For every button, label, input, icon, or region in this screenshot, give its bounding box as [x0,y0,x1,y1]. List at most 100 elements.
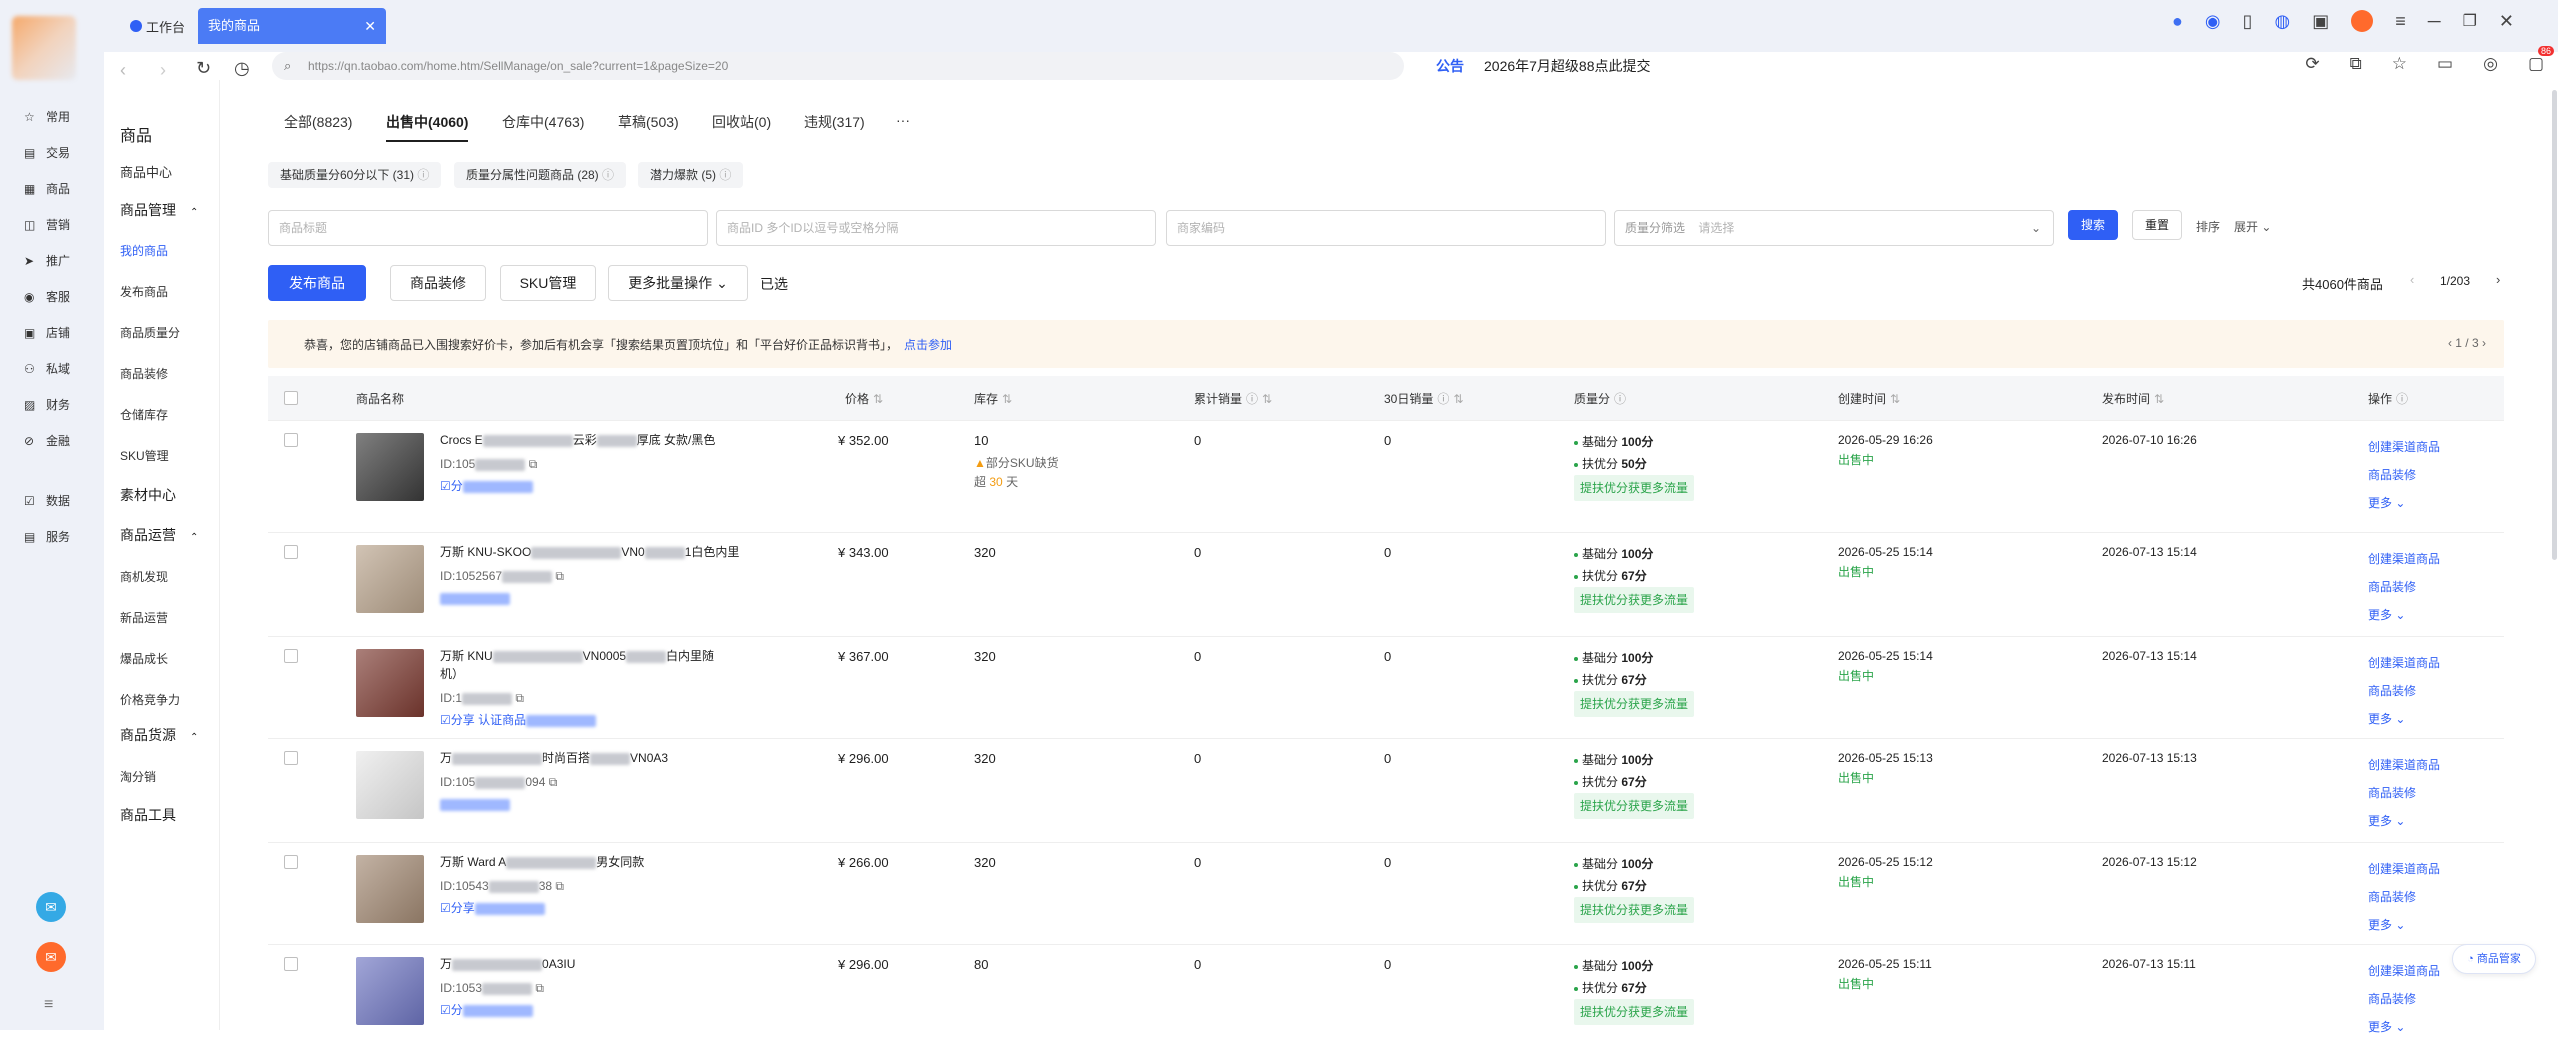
create-channel-link[interactable]: 创建渠道商品 [2368,649,2440,677]
quality-select[interactable]: 质量分筛选 请选择 ⌄ [1614,210,2054,246]
copy-icon[interactable]: ⧉ [555,569,564,583]
leftnav-item[interactable]: ▦ 商品 [24,180,70,197]
next-page-icon[interactable]: › [2496,272,2500,287]
status-tab[interactable]: ··· [896,112,910,128]
subnav-item[interactable]: 爆品成长 [120,650,168,667]
select-all-checkbox[interactable] [284,391,298,405]
row-checkbox[interactable] [284,649,298,663]
create-channel-link[interactable]: 创建渠道商品 [2368,957,2440,985]
back-icon[interactable]: ‹ [120,60,126,81]
sort-icon[interactable]: ⇅ [1890,392,1900,406]
menu-collapse-icon[interactable]: ≡ [44,996,53,1014]
more-link[interactable]: 更多 ⌄ [2368,1013,2440,1041]
copy-icon[interactable]: ⧉ [2350,54,2362,74]
boost-tag[interactable]: 提扶优分获更多流量 [1574,587,1695,613]
store-logo-icon[interactable] [2351,10,2374,32]
boost-tag[interactable]: 提扶优分获更多流量 [1574,999,1695,1025]
boost-tag[interactable]: 提扶优分获更多流量 [1574,897,1695,923]
column-header[interactable]: 发布时间 ⇅ [2102,390,2164,407]
product-name[interactable]: 万 0A3IU ID:1053 ⧉ ☑分 [440,955,780,1019]
code-input[interactable]: 商家编码 [1166,210,1606,246]
status-tab[interactable]: 出售中(4060) [386,112,469,142]
profile-icon[interactable]: ● [2172,11,2183,32]
id-input[interactable]: 商品ID 多个ID以逗号或空格分隔 [716,210,1156,246]
subnav-material[interactable]: 素材中心 [120,485,176,505]
column-header[interactable]: 创建时间 ⇅ [1838,390,1900,407]
leftnav-item[interactable]: ◉ 客服 [24,288,70,305]
create-channel-link[interactable]: 创建渠道商品 [2368,855,2440,883]
product-thumbnail[interactable] [356,545,424,613]
forward-icon[interactable]: › [160,60,166,81]
leftnav-item[interactable]: ▣ 店铺 [24,324,70,341]
copy-icon[interactable]: ⧉ [555,879,564,893]
tab-workbench[interactable]: 工作台 [130,14,185,38]
refresh-icon[interactable]: ↻ [196,58,211,79]
leftnav-item[interactable]: ➤ 推广 [24,252,70,269]
product-thumbnail[interactable] [356,649,424,717]
subnav-item[interactable]: 商品装修 [120,365,168,382]
column-header[interactable]: 30日销量 ⓘ ⇅ [1384,390,1463,407]
column-header[interactable]: 累计销量 ⓘ ⇅ [1194,390,1272,407]
subnav-item[interactable]: SKU管理 [120,447,169,464]
subnav-item[interactable]: 新品运营 [120,609,168,626]
float-assistant[interactable]: ◔ 商品管家 [2452,944,2536,974]
expand-toggle[interactable]: 展开 ⌄ [2234,218,2271,235]
sku-manage-button[interactable]: SKU管理 [500,265,596,301]
subnav-center[interactable]: 商品中心 [120,162,172,181]
product-thumbnail[interactable] [356,433,424,501]
more-link[interactable]: 更多 ⌄ [2368,705,2440,733]
status-tab[interactable]: 回收站(0) [712,112,771,132]
leftnav-item[interactable]: ▤ 服务 [24,528,70,545]
decorate-link[interactable]: 商品装修 [2368,883,2440,911]
row-checkbox[interactable] [284,545,298,559]
sort-icon[interactable]: ⇅ [2154,392,2164,406]
close-icon[interactable]: ✕ [364,8,376,44]
boost-tag[interactable]: 提扶优分获更多流量 [1574,691,1695,717]
star-icon[interactable]: ☆ [2392,54,2407,74]
leftnav-item[interactable]: ⚇ 私域 [24,360,70,377]
leftnav-item[interactable]: ▨ 财务 [24,396,70,413]
create-channel-link[interactable]: 创建渠道商品 [2368,433,2440,461]
scrollbar[interactable] [2552,90,2557,560]
create-channel-link[interactable]: 创建渠道商品 [2368,545,2440,573]
status-tab[interactable]: 仓库中(4763) [502,112,584,132]
subnav-group-source[interactable]: 商品货源 ⌃ [120,725,198,745]
subnav-item[interactable]: 价格竞争力 [120,691,180,708]
decorate-button[interactable]: 商品装修 [390,265,486,301]
status-tab[interactable]: 草稿(503) [618,112,679,132]
boost-tag[interactable]: 提扶优分获更多流量 [1574,793,1695,819]
filter-chip[interactable]: 基础质量分60分以下 (31) ⓘ [268,162,442,188]
minimize-icon[interactable]: ─ [2428,11,2441,32]
restore-icon[interactable]: ❐ [2463,11,2477,31]
close-window-icon[interactable]: ✕ [2499,11,2514,32]
filter-chip[interactable]: 质量分属性问题商品 (28) ⓘ [454,162,627,188]
boost-tag[interactable]: 提扶优分获更多流量 [1574,475,1695,501]
decorate-link[interactable]: 商品装修 [2368,461,2440,489]
title-input[interactable]: 商品标题 [268,210,708,246]
batch-ops-button[interactable]: 更多批量操作 ⌄ [608,265,748,301]
search-button[interactable]: 搜索 [2068,210,2118,240]
decorate-link[interactable]: 商品装修 [2368,779,2440,807]
reset-button[interactable]: 重置 [2132,210,2182,240]
decorate-link[interactable]: 商品装修 [2368,573,2440,601]
create-channel-link[interactable]: 创建渠道商品 [2368,751,2440,779]
sort-label[interactable]: 排序 [2196,218,2220,235]
leftnav-item[interactable]: ▤ 交易 [24,144,70,161]
leftnav-item[interactable]: ☑ 数据 [24,492,70,509]
url-field[interactable]: ⌕ https://qn.taobao.com/home.htm/SellMan… [272,52,1404,80]
notice-text[interactable]: 2026年7月超级88点此提交 [1484,56,1651,76]
more-link[interactable]: 更多 ⌄ [2368,489,2440,517]
product-thumbnail[interactable] [356,957,424,1025]
folder-icon[interactable]: ▭ [2437,54,2453,74]
sort-icon[interactable]: ⇅ [873,392,883,406]
row-checkbox[interactable] [284,957,298,971]
copy-icon[interactable]: ⧉ [535,981,544,995]
status-tab[interactable]: 违规(317) [804,112,865,132]
copy-icon[interactable]: ⧉ [549,775,558,789]
prev-page-icon[interactable]: ‹ [2410,272,2414,287]
banner-link[interactable]: 点击参加 [904,336,952,353]
pin-icon[interactable]: ◉ [2205,11,2221,32]
app-icon-blue[interactable]: ✉ [36,892,66,922]
product-thumbnail[interactable] [356,751,424,819]
row-checkbox[interactable] [284,855,298,869]
